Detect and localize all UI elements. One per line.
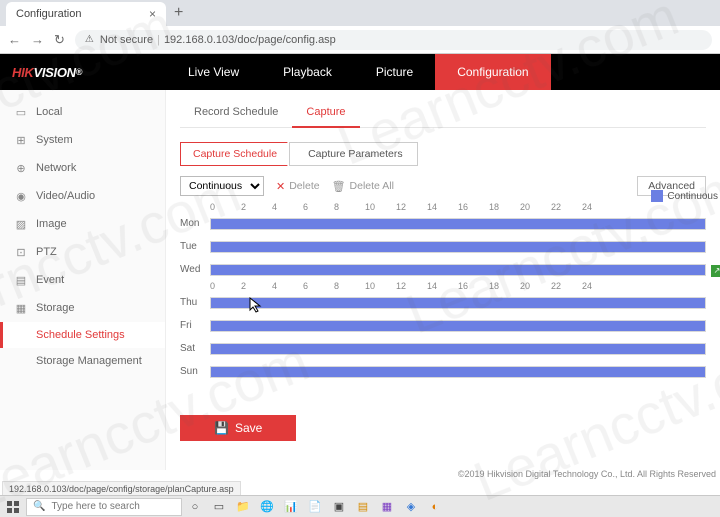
time-axis: 024681012141618202224 [180, 202, 706, 212]
image-icon: ▨ [14, 217, 28, 231]
schedule-grid: 024681012141618202224MonTueWed↗024681012… [180, 202, 706, 383]
sidebar-item-event[interactable]: ▤Event [0, 266, 165, 294]
day-label: Thu [180, 297, 210, 308]
content-tabs: Record Schedule Capture [180, 98, 706, 128]
mode-dropdown[interactable]: Continuous [180, 176, 264, 196]
app-header: HIKVISION® Live View Playback Picture Co… [0, 54, 720, 90]
sidebar-item-storage-management[interactable]: Storage Management [0, 348, 165, 374]
sidebar-item-network[interactable]: ⊕Network [0, 154, 165, 182]
app-icon[interactable]: 📁 [232, 497, 254, 517]
toolbar: Continuous ✕Delete 🗑Delete All Advanced [180, 176, 706, 196]
day-label: Sat [180, 343, 210, 354]
new-tab-button[interactable]: + [174, 4, 183, 22]
not-secure-icon: ⚠ [85, 34, 94, 45]
day-label: Wed [180, 264, 210, 275]
sidebar-item-video[interactable]: ◉Video/Audio [0, 182, 165, 210]
day-row-thu[interactable]: Thu [180, 291, 706, 314]
reload-icon[interactable]: ↻ [54, 32, 65, 48]
search-icon: 🔍 [33, 501, 45, 512]
app-icon[interactable]: ▣ [328, 497, 350, 517]
nav-configuration[interactable]: Configuration [435, 54, 550, 90]
taskbar-search[interactable]: 🔍Type here to search [26, 498, 182, 516]
day-label: Tue [180, 241, 210, 252]
day-row-wed[interactable]: Wed↗ [180, 258, 706, 281]
url-text: 192.168.0.103/doc/page/config.asp [164, 34, 336, 46]
sidebar-item-storage[interactable]: ▦Storage [0, 294, 165, 322]
content-area: Record Schedule Capture Capture Schedule… [166, 90, 720, 470]
nav-picture[interactable]: Picture [354, 54, 435, 90]
storage-icon: ▦ [14, 301, 28, 315]
close-icon[interactable]: × [149, 7, 156, 21]
ptz-icon: ⊡ [14, 245, 28, 259]
cursor-icon [248, 296, 266, 314]
video-icon: ◉ [14, 189, 28, 203]
day-label: Sun [180, 366, 210, 377]
tab-capture[interactable]: Capture [292, 98, 359, 128]
app-icon[interactable]: ▤ [352, 497, 374, 517]
monitor-icon: ▭ [14, 105, 28, 119]
browser-tab[interactable]: Configuration × [6, 2, 166, 26]
delete-all-button[interactable]: 🗑Delete All [332, 180, 394, 193]
back-icon[interactable]: ← [8, 32, 21, 47]
time-axis: 024681012141618202224 [180, 281, 706, 291]
sub-tabs: Capture Schedule Capture Parameters [180, 142, 706, 166]
url-field[interactable]: ⚠ Not secure | 192.168.0.103/doc/page/co… [75, 30, 712, 50]
browser-tab-bar: Configuration × + [0, 0, 720, 26]
nav-playback[interactable]: Playback [261, 54, 354, 90]
taskbar: 🔍Type here to search ○ ▭ 📁 🌐 📊 📄 ▣ ▤ ▦ ◈… [0, 495, 720, 517]
trash-icon: 🗑 [332, 180, 346, 193]
task-view-icon[interactable]: ▭ [208, 497, 230, 517]
sidebar-item-schedule-settings[interactable]: Schedule Settings [0, 322, 165, 348]
x-icon: ✕ [276, 180, 285, 193]
day-row-mon[interactable]: Mon [180, 212, 706, 235]
schedule-bar[interactable] [210, 343, 706, 355]
legend: Continuous [651, 190, 718, 202]
delete-button[interactable]: ✕Delete [276, 180, 320, 193]
save-icon: 💾 [214, 421, 229, 435]
top-nav: Live View Playback Picture Configuration [166, 54, 551, 90]
logo: HIKVISION® [0, 54, 166, 90]
legend-swatch [651, 190, 663, 202]
sidebar-item-image[interactable]: ▨Image [0, 210, 165, 238]
sidebar-item-system[interactable]: ⊞System [0, 126, 165, 154]
tab-title: Configuration [16, 8, 81, 20]
day-row-fri[interactable]: Fri [180, 314, 706, 337]
tab-capture-schedule[interactable]: Capture Schedule [180, 142, 295, 166]
system-icon: ⊞ [14, 133, 28, 147]
event-icon: ▤ [14, 273, 28, 287]
schedule-bar[interactable]: ↗ [210, 264, 706, 276]
tab-record-schedule[interactable]: Record Schedule [180, 98, 292, 127]
copyright: ©2019 Hikvision Digital Technology Co., … [458, 469, 716, 479]
save-button[interactable]: 💾 Save [180, 415, 296, 441]
not-secure-label: Not secure [100, 34, 153, 46]
globe-icon: ⊕ [14, 161, 28, 175]
day-label: Fri [180, 320, 210, 331]
app-icon[interactable]: ◐ [424, 497, 446, 517]
app-icon[interactable]: 📊 [280, 497, 302, 517]
start-button[interactable] [2, 497, 24, 517]
schedule-bar[interactable] [210, 366, 706, 378]
cortana-icon[interactable]: ○ [184, 497, 206, 517]
day-label: Mon [180, 218, 210, 229]
tab-capture-parameters[interactable]: Capture Parameters [289, 142, 418, 166]
schedule-bar[interactable] [210, 241, 706, 253]
sidebar: ▭Local ⊞System ⊕Network ◉Video/Audio ▨Im… [0, 90, 166, 470]
app-icon[interactable]: ▦ [376, 497, 398, 517]
app-icon[interactable]: 🌐 [256, 497, 278, 517]
address-bar: ← → ↻ ⚠ Not secure | 192.168.0.103/doc/p… [0, 26, 720, 54]
day-row-sun[interactable]: Sun [180, 360, 706, 383]
forward-icon[interactable]: → [31, 32, 44, 47]
sidebar-item-local[interactable]: ▭Local [0, 98, 165, 126]
schedule-bar[interactable] [210, 218, 706, 230]
day-row-sat[interactable]: Sat [180, 337, 706, 360]
nav-live-view[interactable]: Live View [166, 54, 261, 90]
sidebar-item-ptz[interactable]: ⊡PTZ [0, 238, 165, 266]
app-icon[interactable]: ◈ [400, 497, 422, 517]
app-icon[interactable]: 📄 [304, 497, 326, 517]
day-row-tue[interactable]: Tue [180, 235, 706, 258]
schedule-bar[interactable] [210, 297, 706, 309]
copy-icon[interactable]: ↗ [711, 265, 720, 277]
schedule-bar[interactable] [210, 320, 706, 332]
